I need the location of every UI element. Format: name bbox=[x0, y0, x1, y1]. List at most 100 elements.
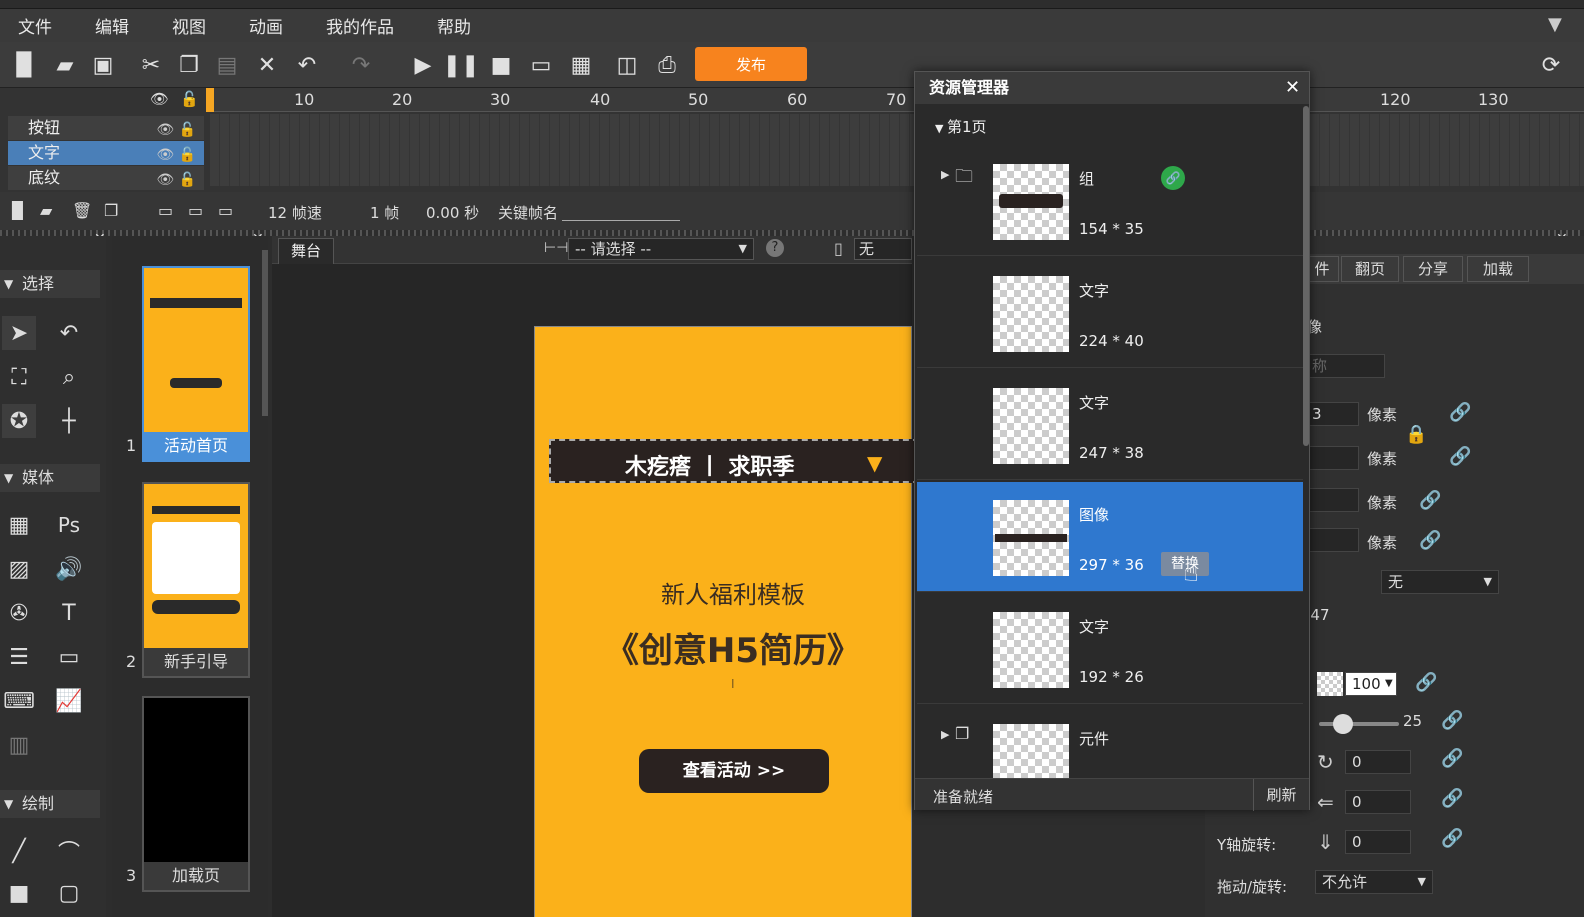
rotate-input[interactable]: 0 bbox=[1345, 750, 1411, 774]
cut-icon[interactable]: ✂ bbox=[136, 50, 166, 80]
chart-icon[interactable]: 📈 bbox=[52, 684, 86, 718]
transform-icon[interactable]: ⛶ bbox=[2, 360, 36, 394]
menu-edit[interactable]: 编辑 bbox=[95, 13, 129, 38]
layer-visibility-icons[interactable]: 👁 🔓 bbox=[156, 143, 196, 167]
keyframe-name-input[interactable] bbox=[562, 220, 680, 221]
resource-item[interactable]: ▶ 🗀 组 154 * 35 🔗 bbox=[917, 146, 1303, 256]
layer-background[interactable]: 底纹 👁 🔓 bbox=[8, 166, 204, 190]
new-layer-icon[interactable]: ▉ bbox=[12, 201, 24, 220]
canvas-page[interactable]: 木疙瘩 丨 求职季 ▼ 新人福利模板 《创意H5简历》 I 查看活动 >> bbox=[534, 326, 919, 917]
layer-buttons[interactable]: 按钮 👁 🔓 bbox=[8, 116, 204, 140]
paste-icon[interactable]: ▤ bbox=[212, 50, 242, 80]
undo-icon[interactable]: ↶ bbox=[292, 50, 322, 80]
text-tool-icon[interactable]: T bbox=[52, 596, 86, 630]
lasso-icon[interactable]: ↶ bbox=[52, 316, 86, 350]
device-select[interactable]: 无 bbox=[854, 238, 912, 260]
image-icon[interactable]: ▨ bbox=[2, 552, 36, 586]
timeline-ruler[interactable]: 10 20 30 40 50 60 70 120 130 bbox=[206, 88, 1584, 112]
insert-keyframe-icon[interactable]: ▭ bbox=[188, 201, 203, 220]
video-reel-icon[interactable]: ✇ bbox=[2, 596, 36, 630]
x-input[interactable]: 3 bbox=[1305, 402, 1359, 426]
link-icon[interactable]: 🔗 bbox=[1441, 748, 1463, 769]
resource-item[interactable]: 文字 247 * 38 bbox=[917, 370, 1303, 480]
refresh-button[interactable]: 刷新 bbox=[1253, 779, 1309, 811]
publish-button[interactable]: 发布 bbox=[695, 47, 807, 81]
close-icon[interactable]: ✕ bbox=[1285, 77, 1300, 98]
arrow-select-icon[interactable]: ➤ bbox=[2, 316, 36, 350]
menu-view[interactable]: 视图 bbox=[172, 13, 206, 38]
menu-file[interactable]: 文件 bbox=[18, 13, 52, 38]
page-thumb-1[interactable]: 活动首页 bbox=[142, 266, 250, 462]
page-scrollbar[interactable] bbox=[262, 250, 268, 416]
layer-visibility-icons[interactable]: 👁 🔓 bbox=[156, 118, 196, 142]
pause-icon[interactable]: ❚❚ bbox=[443, 50, 480, 80]
js-icon[interactable]: ◫ bbox=[612, 50, 642, 80]
page-thumb-2[interactable]: 新手引导 bbox=[142, 482, 250, 678]
height-input[interactable] bbox=[1305, 528, 1359, 552]
lock-icon[interactable]: 🔓 bbox=[180, 90, 199, 108]
resource-item[interactable]: ▶ ❐ 元件 bbox=[917, 706, 1303, 778]
dropdown-arrow-icon[interactable]: ▼ bbox=[1385, 678, 1393, 689]
canvas-title[interactable]: 《创意H5简历》 bbox=[535, 623, 931, 672]
slider-handle[interactable] bbox=[1333, 714, 1353, 734]
rounded-rect-icon[interactable]: ▢ bbox=[52, 876, 86, 910]
play-icon[interactable]: ▶ bbox=[408, 50, 438, 80]
grid-apps-icon[interactable]: ▦ bbox=[2, 508, 36, 542]
width-input[interactable] bbox=[1305, 488, 1359, 512]
preview-icon[interactable]: ▭ bbox=[526, 50, 556, 80]
link-icon[interactable]: 🔗 bbox=[1449, 402, 1471, 423]
star-shape-icon[interactable]: ✪ bbox=[2, 404, 36, 438]
color-swatch[interactable] bbox=[1317, 672, 1343, 696]
section-media[interactable]: ▼ 媒体 bbox=[0, 464, 100, 492]
link-icon[interactable]: 🔗 bbox=[1419, 530, 1441, 551]
name-input[interactable]: 称 bbox=[1305, 354, 1385, 378]
save-icon[interactable]: ▣ bbox=[88, 50, 118, 80]
qrcode-icon[interactable]: ▦ bbox=[566, 50, 596, 80]
stop-icon[interactable]: ■ bbox=[486, 50, 516, 80]
menu-my-works[interactable]: 我的作品 bbox=[326, 13, 394, 38]
y-rotate-input[interactable]: 0 bbox=[1345, 830, 1411, 854]
layer-text[interactable]: 文字 👁 🔓 bbox=[8, 141, 204, 165]
link-icon[interactable]: 🔗 bbox=[1419, 490, 1441, 511]
insert-frame-icon[interactable]: ▭ bbox=[158, 201, 173, 220]
delete-frame-icon[interactable]: ▭ bbox=[218, 201, 233, 220]
help-icon[interactable]: ? bbox=[766, 239, 784, 257]
playhead-marker[interactable] bbox=[206, 88, 214, 112]
page-group-header[interactable]: ▼ 第1页 bbox=[935, 116, 987, 137]
blend-select[interactable]: 无 ▼ bbox=[1381, 570, 1499, 594]
link-icon[interactable]: 🔗 bbox=[1449, 446, 1471, 467]
drag-rotate-select[interactable]: 不允许 ▼ bbox=[1315, 870, 1433, 894]
triangle-right-icon[interactable]: ▶ bbox=[941, 168, 949, 181]
paragraph-icon[interactable]: ☰ bbox=[2, 640, 36, 674]
link-icon[interactable]: 🔗 bbox=[1415, 672, 1437, 693]
phone-icon[interactable]: ▯ bbox=[834, 239, 843, 258]
guide-icon[interactable]: ┼ bbox=[52, 404, 86, 438]
menu-help[interactable]: 帮助 bbox=[437, 13, 471, 38]
x-rotate-input[interactable]: 0 bbox=[1345, 790, 1411, 814]
tab-pageflip[interactable]: 翻页 bbox=[1341, 256, 1399, 282]
redo-icon[interactable]: ↷ bbox=[346, 50, 376, 80]
eye-icon[interactable]: 👁 bbox=[150, 90, 169, 108]
curve-icon[interactable]: ⌒ bbox=[52, 834, 86, 868]
presentation-icon[interactable]: ▭ bbox=[52, 640, 86, 674]
tab-component[interactable]: 件 bbox=[1305, 256, 1339, 282]
refresh-icon[interactable]: ⟳ bbox=[1536, 50, 1566, 80]
open-folder-icon[interactable]: ▰ bbox=[50, 50, 80, 80]
tab-share[interactable]: 分享 bbox=[1403, 256, 1463, 282]
width-fit-icon[interactable]: ⊢⊣ bbox=[544, 240, 568, 256]
zoom-icon[interactable]: ⌕ bbox=[52, 360, 86, 394]
folder-layer-icon[interactable]: ▰ bbox=[40, 201, 52, 220]
copy-layer-icon[interactable]: ❐ bbox=[104, 201, 118, 220]
new-file-icon[interactable]: ▉ bbox=[10, 50, 40, 80]
link-icon[interactable]: 🔗 bbox=[1441, 788, 1463, 809]
tab-stage[interactable]: 舞台 bbox=[278, 238, 334, 264]
layer-visibility-icons[interactable]: 👁 🔓 bbox=[156, 168, 196, 192]
print-icon[interactable]: ⎙ bbox=[652, 50, 682, 80]
page-thumb-3[interactable]: 加载页 bbox=[142, 696, 250, 892]
scale-select[interactable]: -- 请选择 -- ▼ bbox=[568, 238, 754, 260]
copy-icon[interactable]: ❐ bbox=[174, 50, 204, 80]
filmstrip-icon[interactable]: ▥ bbox=[2, 728, 36, 762]
tab-loading[interactable]: 加载 bbox=[1467, 256, 1529, 282]
view-activity-button[interactable]: 查看活动 >> bbox=[639, 749, 829, 793]
rectangle-icon[interactable]: ■ bbox=[2, 876, 36, 910]
